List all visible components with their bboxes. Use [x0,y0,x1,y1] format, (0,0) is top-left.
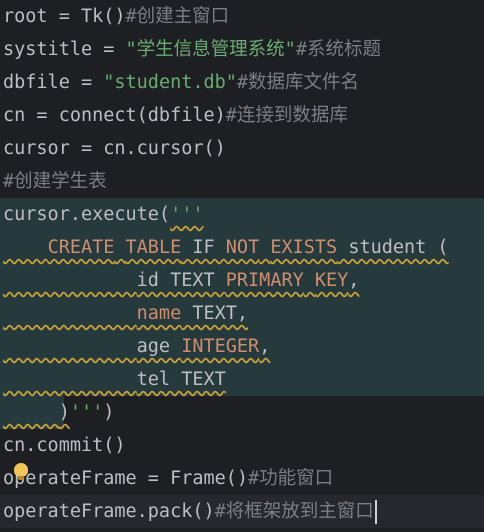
sql-text: student ( [337,237,449,258]
code-text: operateFrame.pack() [3,501,215,522]
lightbulb-icon[interactable] [14,463,28,480]
code-string: ''' [170,204,204,225]
sql-text: IF [181,237,226,258]
code-line-6[interactable]: #创建学生表 [3,165,484,198]
sql-keyword: PRIMARY [225,270,304,291]
code-string: "student.db" [103,72,237,93]
sql-text: , [259,336,271,357]
code-text: operateFrame = Frame() [3,468,249,489]
code-text: ) [103,402,115,423]
code-line-10[interactable]: name TEXT, [3,297,484,330]
sql-text: age [136,336,182,357]
code-comment: #系统标题 [295,39,381,60]
code-line-8[interactable]: CREATE TABLE IF NOT EXISTS student ( [3,231,484,264]
code-line-5[interactable]: cursor = cn.cursor() [3,132,484,165]
sql-text: , [348,270,360,291]
sql-text: tel TEXT [136,369,226,390]
code-line-4[interactable]: cn = connect(dbfile)#连接到数据库 [3,99,484,132]
code-editor[interactable]: root = Tk()#创建主窗口 systitle = "学生信息管理系统"#… [0,0,484,532]
code-line-13[interactable]: )''') [3,396,484,429]
code-line-7[interactable]: cursor.execute(''' [3,198,484,231]
sql-keyword: TABLE [125,237,182,258]
code-line-2[interactable]: systitle = "学生信息管理系统"#系统标题 [3,33,484,66]
code-text: systitle = [3,39,126,60]
code-text: dbfile = [3,72,104,93]
sql-keyword: INTEGER [181,336,260,357]
code-line-16[interactable]: operateFrame.pack()#将框架放到主窗口 [3,495,484,528]
sql-keyword: KEY [314,270,349,291]
code-string: ''' [69,402,104,423]
code-comment: #连接到数据库 [225,105,348,126]
code-text: cn.commit() [3,435,126,456]
code-line-15[interactable]: operateFrame = Frame()#功能窗口 [3,462,484,495]
code-line-14[interactable]: cn.commit() [3,429,484,462]
sql-text: id TEXT [136,270,226,291]
code-comment: #创建学生表 [3,171,107,192]
text-caret [374,500,377,524]
code-line-3[interactable]: dbfile = "student.db"#数据库文件名 [3,66,484,99]
sql-keyword: NOT [225,237,260,258]
code-line-12[interactable]: tel TEXT [3,363,484,396]
sql-keyword: CREATE [47,237,115,258]
code-comment: #功能窗口 [248,468,334,489]
code-line-9[interactable]: id TEXT PRIMARY KEY, [3,264,484,297]
sql-text: ) [58,402,70,423]
code-line-11[interactable]: age INTEGER, [3,330,484,363]
code-string: "学生信息管理系统" [125,39,296,60]
sql-text: TEXT, [181,303,249,324]
sql-keyword: EXISTS [270,237,338,258]
code-text: cn = connect(dbfile) [3,105,226,126]
code-comment: #数据库文件名 [236,72,360,93]
code-text: cursor.execute( [3,204,171,225]
code-line-1[interactable]: root = Tk()#创建主窗口 [3,0,484,33]
sql-keyword: name [136,303,182,324]
code-text: cursor = cn.cursor() [3,138,226,159]
code-comment: #将框架放到主窗口 [214,501,374,522]
code-comment: #创建主窗口 [125,6,230,27]
code-text: root = Tk() [3,6,126,27]
